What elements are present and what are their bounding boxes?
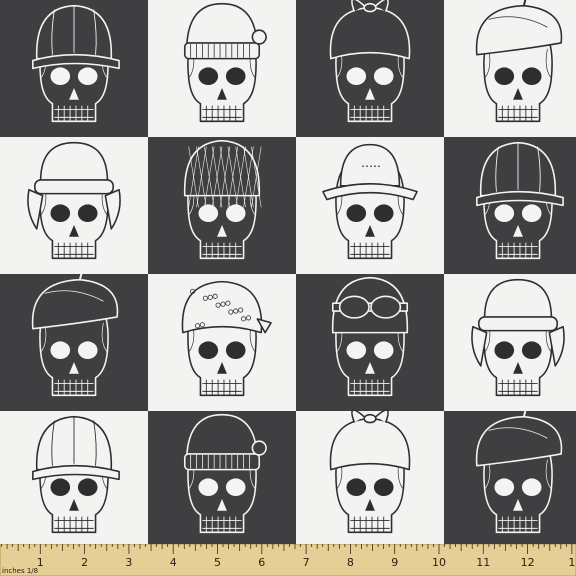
product-image: 1 2 3 4 5 6 7 8 9 10 11 12 1 inches 1/8 [0,0,576,576]
ruler-number: 1 [568,556,575,569]
skull-tile [444,274,576,411]
skull-tile [444,137,576,274]
measuring-ruler: 1 2 3 4 5 6 7 8 9 10 11 12 1 inches 1/8 [0,544,576,576]
skull-tile [444,408,576,548]
ruler-number: 11 [476,556,490,569]
skull-tile [444,0,576,137]
skull-tile [148,0,296,137]
skull-hat-fabric-pattern [0,0,576,548]
skull-tile [296,274,444,411]
ruler-unit-label: inches 1/8 [2,567,38,575]
skull-tile [148,411,296,548]
ruler-number: 6 [258,556,265,569]
skull-tile [0,0,148,137]
ruler-number: 4 [170,556,177,569]
ruler-number: 7 [303,556,310,569]
skull-tile [0,137,148,274]
skull-tile [0,411,148,548]
ruler-number: 9 [391,556,398,569]
ruler-number: 12 [521,556,535,569]
skull-tile [0,271,148,411]
ruler-number: 2 [81,556,88,569]
skull-tile [296,0,444,137]
ruler-number: 10 [432,556,446,569]
skull-tile [148,274,296,411]
ruler-number: 5 [214,556,221,569]
ruler-number: 8 [347,556,354,569]
ruler-number: 3 [125,556,132,569]
skull-tile [296,409,444,548]
skull-tile [148,137,296,274]
skull-tile [296,137,444,274]
